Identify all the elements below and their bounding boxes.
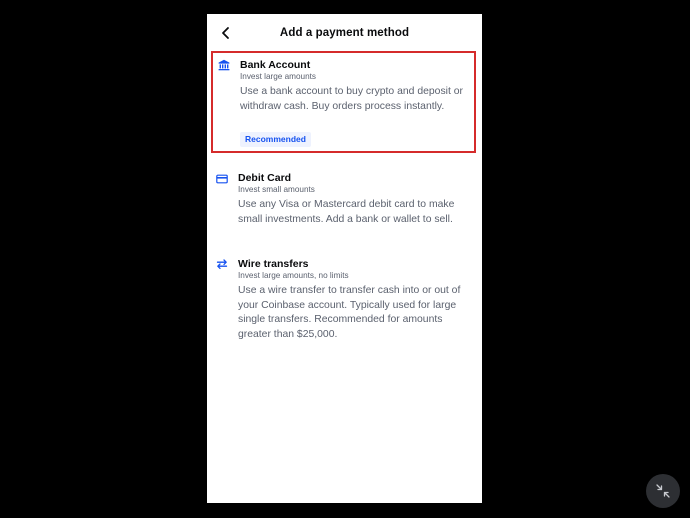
- option-description: Use any Visa or Mastercard debit card to…: [238, 199, 455, 225]
- collapse-fullscreen-button[interactable]: [646, 474, 680, 508]
- option-title: Wire transfers: [238, 258, 309, 270]
- recommended-badge: Recommended: [240, 132, 311, 147]
- option-description: Use a bank account to buy crypto and dep…: [240, 86, 463, 112]
- page-title: Add a payment method: [279, 27, 410, 39]
- option-subtitle: Invest large amounts, no limits: [238, 271, 349, 280]
- option-subtitle: Invest small amounts: [238, 185, 315, 194]
- payment-option-debit-card[interactable]: Debit Card Invest small amounts Use any …: [211, 169, 476, 241]
- option-description: Use a wire transfer to transfer cash int…: [238, 285, 461, 340]
- phone-screen: Add a payment method Bank Account Invest…: [207, 14, 482, 503]
- bank-icon: [218, 59, 230, 71]
- option-title: Debit Card: [238, 172, 292, 184]
- credit-card-icon: [216, 173, 228, 185]
- payment-option-bank-account[interactable]: Bank Account Invest large amounts Use a …: [211, 51, 476, 153]
- payment-option-wire-transfers[interactable]: Wire transfers Invest large amounts, no …: [211, 255, 476, 345]
- option-subtitle: Invest large amounts: [240, 72, 317, 81]
- option-title: Bank Account: [240, 59, 311, 71]
- transfer-arrows-icon: [216, 258, 228, 270]
- page-header: Add a payment method: [207, 14, 482, 52]
- collapse-arrows-icon: [656, 484, 670, 498]
